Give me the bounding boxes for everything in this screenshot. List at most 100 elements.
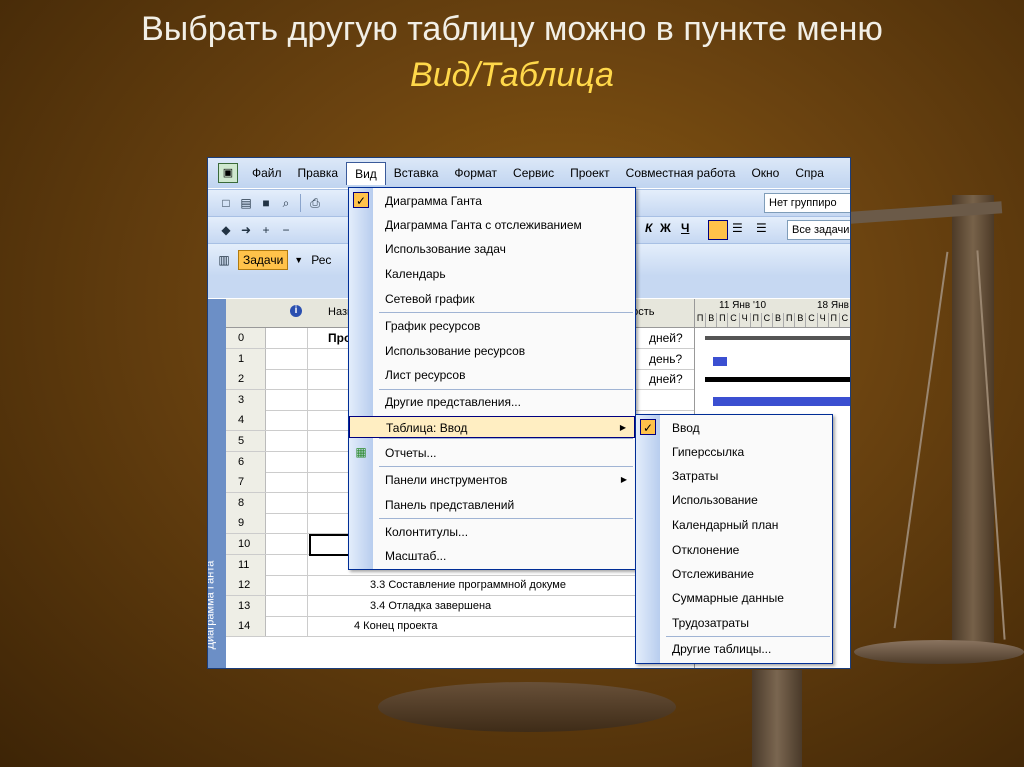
row-number[interactable]: 6 [226,451,266,472]
bold-button[interactable]: Ж [660,221,671,235]
view-menu-item[interactable]: Масштаб... [349,545,635,567]
task-name[interactable]: 3.4 Отладка завершена [370,596,491,616]
row-number[interactable]: 13 [226,595,266,616]
indicator-cell [267,472,308,493]
menu-tools[interactable]: Сервис [505,162,562,184]
summary-bar[interactable] [705,377,850,382]
view-menu-item[interactable]: Лист ресурсов [349,364,635,386]
task-bar[interactable] [713,357,727,366]
align-right-icon[interactable]: ☰ [756,221,767,235]
menu-format[interactable]: Формат [446,162,505,184]
menu-help[interactable]: Спра [787,162,832,184]
scale-pan-bottom [378,682,676,732]
table-submenu-item[interactable]: Другие таблицы... [636,638,832,660]
minus-icon[interactable]: − [278,222,294,238]
title-text: Выбрать другую таблицу можно в пункте ме… [141,10,883,48]
print-icon[interactable]: ⎙ [307,195,323,211]
view-bar[interactable]: Диаграмма Ганта [208,299,226,668]
task-name[interactable]: 3.3 Составление программной докуме [370,575,566,595]
plus-icon[interactable]: + [258,222,274,238]
row-number[interactable]: 12 [226,575,266,596]
underline-button[interactable]: Ч [681,221,689,235]
row-number[interactable]: 3 [226,389,266,410]
task-duration[interactable]: дней? [649,369,683,389]
view-menu-item[interactable]: Панели инструментов ▶ [349,469,635,491]
view-bar-icon[interactable]: ▥ [216,252,232,268]
day-label: С [762,313,773,327]
view-menu-item[interactable]: Таблица: Ввод ▶ [349,416,635,438]
table-submenu-item[interactable]: Отслеживание [636,563,832,585]
row-number[interactable]: 4 [226,410,266,431]
view-menu-item[interactable]: ✓ Диаграмма Ганта [349,190,635,212]
row-number[interactable]: 1 [226,348,266,369]
table-submenu-item[interactable]: Гиперссылка [636,441,832,463]
table-submenu-item[interactable]: Календарный план [636,514,832,536]
menu-item-label: Трудозатраты [672,616,749,630]
row-number[interactable]: 14 [226,616,266,637]
app-icon[interactable]: ▣ [218,163,238,183]
save-icon[interactable]: ■ [258,195,274,211]
menu-item-label: Ввод [672,421,700,435]
view-menu-item[interactable]: Использование ресурсов [349,340,635,362]
arrow-right-icon[interactable]: ➜ [238,222,254,238]
view-menu-item[interactable]: Использование задач [349,238,635,260]
row-number[interactable]: 11 [226,554,266,575]
align-left-icon[interactable] [708,220,728,240]
row-number[interactable]: 7 [226,472,266,493]
row-number[interactable]: 2 [226,369,266,390]
row-number[interactable]: 5 [226,431,266,451]
tasks-filter-combo[interactable]: Все задачи [787,220,850,240]
menu-view[interactable]: Вид [346,161,386,185]
row-number[interactable]: 8 [226,492,266,513]
view-menu-item[interactable]: График ресурсов [349,315,635,337]
view-menu-item[interactable]: Календарь [349,263,635,285]
summary-bar[interactable] [705,336,850,340]
menu-insert[interactable]: Вставка [386,162,447,184]
day-label: С [806,313,818,327]
view-menu-item[interactable]: Другие представления... [349,391,635,413]
menu-separator [379,389,633,390]
search-icon[interactable]: ⌕ [278,195,294,211]
view-menu-item[interactable]: Панель представлений [349,494,635,516]
table-submenu-item[interactable]: Суммарные данные [636,587,832,609]
group-combo[interactable]: Нет группиро [764,193,850,213]
row-number[interactable]: 10 [226,534,266,554]
align-center-icon[interactable]: ☰ [732,221,743,235]
task-duration[interactable]: дней? [649,328,683,348]
menu-file[interactable]: Файл [244,162,290,184]
view-menu-item[interactable]: Сетевой график [349,288,635,310]
open-icon[interactable]: ▤ [238,195,254,211]
menu-item-label: Другие представления... [385,395,521,409]
table-submenu-item[interactable]: Затраты [636,465,832,487]
view-menu-item[interactable]: Колонтитулы... [349,521,635,543]
menu-project[interactable]: Проект [562,162,618,184]
chevron-down-icon[interactable]: ▼ [294,255,303,265]
indicator-cell [267,554,308,575]
menu-separator [666,636,830,637]
table-submenu-item[interactable]: Отклонение [636,539,832,561]
indicator-cell [267,595,308,616]
new-icon[interactable]: □ [218,195,234,211]
menu-bar: ▣ Файл Правка Вид Вставка Формат Сервис … [208,158,850,188]
table-submenu-item[interactable]: ✓ Ввод [636,417,832,439]
tasks-button[interactable]: Задачи [238,250,289,270]
task-name[interactable]: 4 Конец проекта [354,616,438,636]
italic-button[interactable]: К [645,221,652,235]
task-bar[interactable] [713,397,850,406]
task-duration[interactable]: день? [649,349,682,369]
row-number[interactable]: 0 [226,328,266,348]
arrow-left-icon[interactable]: ◆ [218,222,234,238]
row-number[interactable]: 9 [226,513,266,534]
table-submenu-item[interactable]: Использование [636,489,832,511]
menu-item-label: Диаграмма Ганта с отслеживанием [385,218,582,232]
resources-button[interactable]: Рес [311,253,331,267]
menu-item-label: Календарный план [672,518,779,532]
menu-edit[interactable]: Правка [290,162,347,184]
view-menu-item[interactable]: Диаграмма Ганта с отслеживанием [349,214,635,236]
menu-collaborate[interactable]: Совместная работа [618,162,744,184]
table-submenu-item[interactable]: Трудозатраты [636,612,832,634]
day-label: П [829,313,840,327]
view-menu-item[interactable]: ▦ Отчеты... [349,442,635,464]
scale-post-bottom [752,670,802,767]
menu-window[interactable]: Окно [743,162,787,184]
